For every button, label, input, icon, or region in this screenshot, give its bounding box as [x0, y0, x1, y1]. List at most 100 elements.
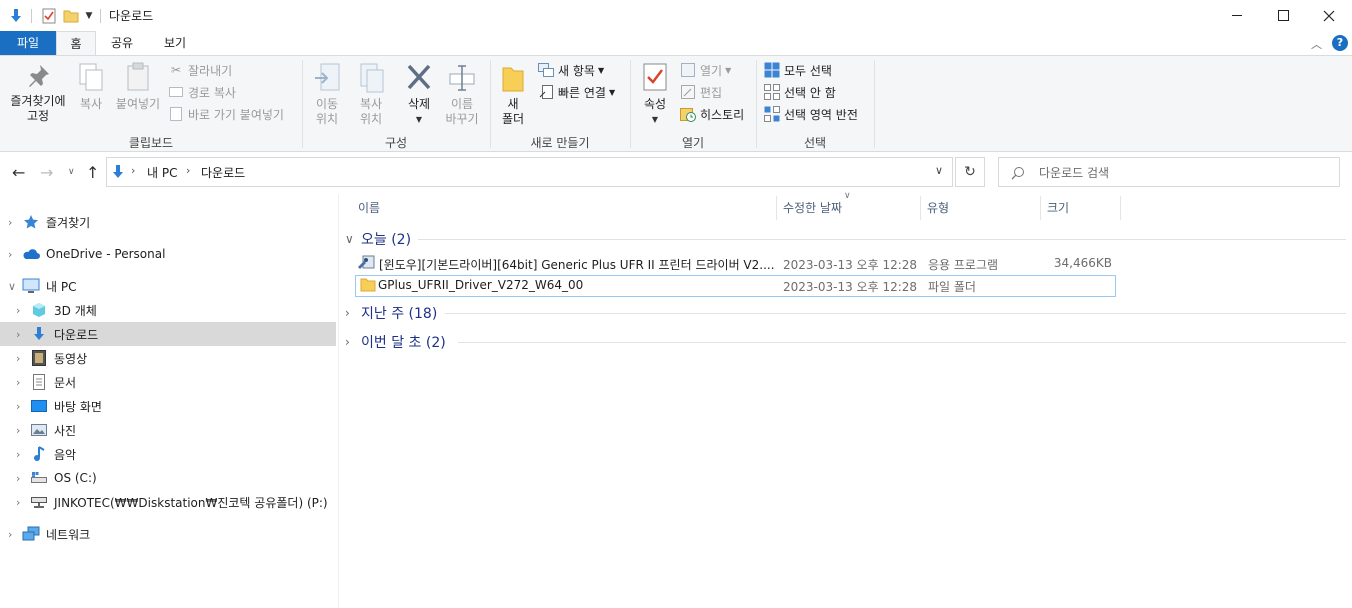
file-date: 2023-03-13 오후 12:28 — [783, 280, 918, 294]
nav-label: 음악 — [54, 447, 77, 462]
pin-to-quick-access-button[interactable]: 즐겨찾기에 고정 — [4, 62, 72, 124]
cut-button[interactable]: ✂ 잘라내기 — [168, 60, 232, 80]
expand-chevron-icon[interactable]: › — [16, 472, 20, 485]
nav-item-this-pc[interactable]: ∨ 내 PC — [0, 274, 336, 298]
collapse-chevron-icon[interactable]: ∨ — [8, 280, 16, 293]
group-header-today[interactable]: ∨ 오늘 (2) — [345, 228, 411, 250]
group-separator — [874, 60, 875, 148]
forward-arrow-icon[interactable]: → — [40, 163, 53, 182]
new-folder-button[interactable]: 새 폴더 — [498, 62, 528, 127]
delete-button[interactable]: 삭제 ▼ — [400, 62, 438, 127]
expand-chevron-icon[interactable]: › — [16, 328, 20, 341]
up-arrow-icon[interactable]: ↑ — [86, 163, 99, 182]
paste-button[interactable]: 붙여넣기 — [112, 62, 164, 112]
tab-home[interactable]: 홈 — [56, 31, 96, 55]
column-separator[interactable] — [1040, 196, 1041, 220]
help-icon[interactable]: ? — [1332, 35, 1348, 51]
nav-item-music[interactable]: › 음악 — [0, 442, 336, 466]
expand-chevron-icon[interactable]: › — [8, 248, 12, 261]
select-none-button[interactable]: 선택 안 함 — [764, 82, 836, 102]
download-arrow-icon[interactable] — [6, 6, 26, 26]
copy-to-button[interactable]: 복사 위치 — [352, 62, 390, 127]
expand-chevron-icon[interactable]: › — [16, 424, 20, 437]
address-dropdown-icon[interactable]: ∨ — [935, 164, 943, 177]
nav-item-videos[interactable]: › 동영상 — [0, 346, 336, 370]
file-row[interactable]: [윈도우][기본드라이버][64bit] Generic Plus UFR II… — [355, 253, 1116, 274]
refresh-button[interactable]: ↻ — [955, 157, 985, 187]
expand-chevron-icon[interactable]: › — [8, 216, 12, 229]
tab-file[interactable]: 파일 — [0, 31, 56, 55]
column-separator[interactable] — [1120, 196, 1121, 220]
maximize-button[interactable] — [1260, 0, 1306, 31]
nav-item-network-drive[interactable]: › JINKOTEC(₩₩Diskstation₩진코텍 공유폴더) (P:) — [0, 490, 336, 514]
move-to-label: 이동 위치 — [315, 97, 339, 126]
breadcrumb-chevron-icon[interactable]: › — [131, 164, 135, 177]
nav-item-os-drive[interactable]: › OS (C:) — [0, 466, 336, 490]
open-dropdown-icon: ▼ — [725, 65, 732, 75]
search-box[interactable]: 다운로드 검색 — [998, 157, 1340, 187]
nav-item-network[interactable]: › 네트워크 — [0, 522, 336, 546]
nav-label: 즐겨찾기 — [46, 215, 91, 230]
nav-item-downloads[interactable]: › 다운로드 — [0, 322, 336, 346]
expand-chevron-icon[interactable]: › — [16, 352, 20, 365]
select-all-label: 모두 선택 — [784, 63, 832, 78]
select-all-button[interactable]: 모두 선택 — [764, 60, 832, 80]
column-header-date[interactable]: 수정한 날짜 — [783, 196, 842, 220]
group-header-last-week[interactable]: › 지난 주 (18) — [345, 302, 437, 324]
invert-selection-label: 선택 영역 반전 — [784, 107, 858, 122]
column-header-size[interactable]: 크기 — [1047, 196, 1069, 220]
invert-selection-icon — [764, 106, 780, 122]
nav-item-3d-objects[interactable]: › 3D 개체 — [0, 298, 336, 322]
new-item-button[interactable]: 새 항목 ▼ — [538, 60, 604, 80]
expand-chevron-icon[interactable]: › — [16, 400, 20, 413]
nav-item-onedrive[interactable]: › OneDrive - Personal — [0, 242, 336, 266]
minimize-button[interactable] — [1214, 0, 1260, 31]
collapse-ribbon-icon[interactable]: ︿ — [1311, 36, 1322, 52]
paste-shortcut-button[interactable]: 바로 가기 붙여넣기 — [168, 104, 284, 124]
customize-quick-access-icon[interactable]: ▼ — [83, 6, 95, 26]
copy-path-button[interactable]: 경로 복사 — [168, 82, 236, 102]
ribbon: 즐겨찾기에 고정 복사 붙여넣기 ✂ 잘라내기 경로 복사 바로 가기 붙여넣기 … — [0, 55, 1352, 152]
column-separator[interactable] — [920, 196, 921, 220]
breadcrumb-chevron-icon[interactable]: › — [186, 164, 190, 177]
address-bar[interactable]: › 내 PC › 다운로드 ∨ — [106, 157, 953, 187]
nav-item-quick-access[interactable]: › 즐겨찾기 — [0, 210, 336, 234]
expand-chevron-icon[interactable]: › — [16, 376, 20, 389]
column-separator[interactable] — [776, 196, 777, 220]
copy-to-icon — [360, 63, 384, 93]
column-header-type[interactable]: 유형 — [927, 196, 949, 220]
copy-path-icon — [168, 84, 184, 100]
column-header-name[interactable]: 이름 — [358, 196, 380, 220]
open-button[interactable]: 열기 ▼ — [680, 60, 731, 80]
copy-button[interactable]: 복사 — [76, 62, 106, 112]
close-button[interactable] — [1306, 0, 1352, 31]
group-header-earlier-this-month[interactable]: › 이번 달 초 (2) — [345, 331, 446, 353]
properties-button[interactable]: 속성 ▼ — [636, 62, 674, 127]
nav-item-desktop[interactable]: › 바탕 화면 — [0, 394, 336, 418]
breadcrumb-this-pc[interactable]: 내 PC — [147, 164, 177, 181]
back-arrow-icon[interactable]: ← — [12, 163, 25, 182]
expand-chevron-icon[interactable]: › — [16, 304, 20, 317]
expand-chevron-icon[interactable]: › — [16, 496, 20, 509]
nav-item-documents[interactable]: › 문서 — [0, 370, 336, 394]
expand-chevron-icon[interactable]: › — [16, 448, 20, 461]
network-drive-icon — [30, 493, 48, 511]
rename-button[interactable]: 이름 바꾸기 — [440, 62, 484, 127]
file-row[interactable]: GPlus_UFRII_Driver_V272_W64_00 2023-03-1… — [355, 275, 1116, 297]
history-button[interactable]: 히스토리 — [680, 104, 744, 124]
invert-selection-button[interactable]: 선택 영역 반전 — [764, 104, 858, 124]
move-to-button[interactable]: 이동 위치 — [308, 62, 346, 127]
expand-chevron-icon[interactable]: › — [8, 528, 12, 541]
delete-x-icon — [407, 64, 431, 90]
properties-check-icon[interactable] — [40, 6, 58, 26]
nav-item-pictures[interactable]: › 사진 — [0, 418, 336, 442]
breadcrumb-downloads[interactable]: 다운로드 — [201, 164, 245, 181]
easy-access-button[interactable]: 빠른 연결 ▼ — [538, 82, 615, 102]
tab-view[interactable]: 보기 — [152, 31, 198, 55]
new-folder-icon[interactable] — [62, 6, 80, 26]
edit-button[interactable]: 편집 — [680, 82, 722, 102]
tab-share[interactable]: 공유 — [100, 31, 144, 55]
recent-locations-icon[interactable]: ∨ — [68, 167, 75, 177]
easy-access-icon — [538, 84, 554, 100]
new-folder-label: 새 폴더 — [501, 97, 525, 126]
